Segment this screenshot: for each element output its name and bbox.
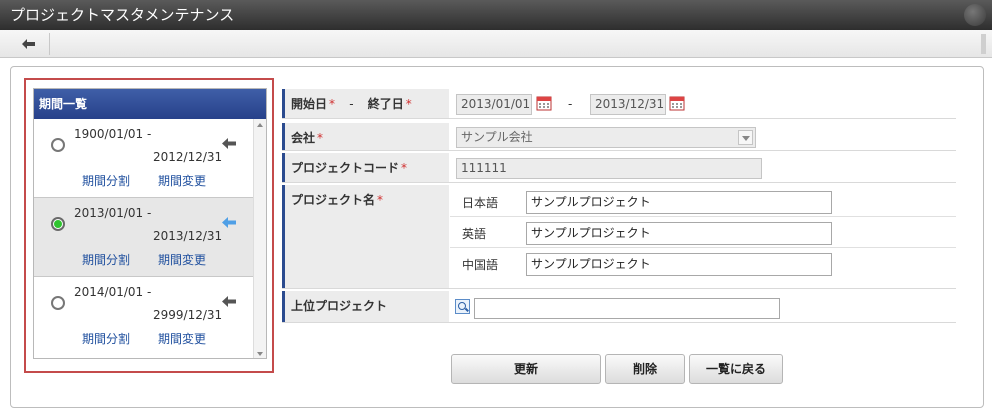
toolbar-edge [981, 34, 986, 54]
period-end: 2012/12/31 [153, 150, 223, 164]
company-value: サンプル会社 [450, 123, 956, 150]
search-icon[interactable] [455, 299, 470, 314]
parent-project-label: 上位プロジェクト [282, 291, 449, 322]
toolbar [0, 30, 992, 58]
period-item[interactable]: 1900/01/01 - 2012/12/31 期間分割 期間変更 [34, 119, 254, 198]
project-name-label: プロジェクト名 * [282, 185, 449, 288]
window-titlebar: プロジェクトマスタメンテナンス [0, 0, 992, 30]
calendar-icon[interactable] [669, 95, 685, 111]
project-name-row: プロジェクト名 * 日本語 サンプルプロジェクト 英語 サンプルプロジェクト 中国… [282, 185, 956, 289]
period-item[interactable]: 2014/01/01 - 2999/12/31 期間分割 期間変更 [34, 277, 254, 356]
chevron-down-icon[interactable] [738, 130, 753, 145]
language-label: 英語 [462, 227, 487, 241]
period-value: 2013/01/01 - 2013/12/31 [450, 89, 956, 118]
project-name-ja-input[interactable]: サンプルプロジェクト [526, 191, 832, 214]
start-date-field[interactable]: 2013/01/01 [456, 94, 532, 115]
back-button[interactable] [12, 33, 50, 55]
company-label: 会社 * [282, 123, 449, 150]
project-name-value: 日本語 サンプルプロジェクト 英語 サンプルプロジェクト 中国語 サンプルプロジ… [450, 185, 956, 288]
period-change-link[interactable]: 期間変更 [158, 330, 206, 347]
period-split-link[interactable]: 期間分割 [82, 251, 130, 268]
parent-project-input[interactable] [474, 298, 780, 319]
project-name-lang-row: 日本語 サンプルプロジェクト [450, 186, 956, 217]
project-name-lang-row: 中国語 サンプルプロジェクト [450, 248, 956, 279]
parent-project-value [450, 291, 956, 322]
parent-project-row: 上位プロジェクト [282, 291, 956, 323]
scroll-up-icon[interactable] [257, 123, 263, 127]
project-code-label: プロジェクトコード * [282, 153, 449, 182]
period-start: 2013/01/01 - [74, 206, 152, 220]
period-end: 2999/12/31 [153, 308, 223, 322]
end-date-field[interactable]: 2013/12/31 [590, 94, 666, 115]
window-title: プロジェクトマスタメンテナンス [10, 6, 235, 24]
back-to-list-button[interactable]: 一覧に戻る [689, 354, 783, 384]
project-name-zh-input[interactable]: サンプルプロジェクト [526, 253, 832, 276]
period-row: 開始日 * - 終了日 * 2013/01/01 - 2013/12/31 [282, 89, 956, 119]
period-start: 2014/01/01 - [74, 285, 152, 299]
calendar-icon[interactable] [536, 95, 552, 111]
left-arrow-icon[interactable] [222, 296, 236, 307]
period-split-link[interactable]: 期間分割 [82, 330, 130, 347]
language-label: 中国語 [462, 258, 499, 272]
period-radio[interactable] [51, 296, 65, 310]
period-list-panel: 期間一覧 1900/01/01 - 2012/12/31 期間分割 期間変更 2… [33, 88, 267, 359]
project-code-value: 111111 [450, 153, 956, 182]
project-code-field[interactable]: 111111 [456, 158, 762, 179]
delete-button[interactable]: 削除 [605, 354, 685, 384]
period-list-highlight: 期間一覧 1900/01/01 - 2012/12/31 期間分割 期間変更 2… [24, 78, 274, 373]
period-list-header: 期間一覧 [34, 89, 266, 119]
period-split-link[interactable]: 期間分割 [82, 172, 130, 189]
period-radio[interactable] [51, 138, 65, 152]
company-select[interactable]: サンプル会社 [456, 127, 756, 148]
period-item[interactable]: 2013/01/01 - 2013/12/31 期間分割 期間変更 [34, 198, 254, 277]
project-name-en-input[interactable]: サンプルプロジェクト [526, 222, 832, 245]
date-range-separator: - [568, 97, 573, 111]
update-button[interactable]: 更新 [451, 354, 601, 384]
window-control-icon[interactable] [964, 4, 986, 26]
language-label: 日本語 [462, 196, 499, 210]
period-change-link[interactable]: 期間変更 [158, 172, 206, 189]
project-name-lang-row: 英語 サンプルプロジェクト [450, 217, 956, 248]
left-arrow-icon[interactable] [222, 138, 236, 149]
period-start: 1900/01/01 - [74, 127, 152, 141]
left-arrow-icon[interactable] [222, 217, 236, 228]
project-code-row: プロジェクトコード * 111111 [282, 153, 956, 183]
period-end: 2013/12/31 [153, 229, 223, 243]
company-row: 会社 * サンプル会社 [282, 123, 956, 151]
period-list: 1900/01/01 - 2012/12/31 期間分割 期間変更 2013/0… [34, 119, 254, 356]
back-arrow-icon [22, 39, 35, 49]
period-label: 開始日 * - 終了日 * [282, 89, 449, 118]
period-radio[interactable] [51, 217, 65, 231]
period-list-scrollbar[interactable] [253, 119, 266, 358]
period-change-link[interactable]: 期間変更 [158, 251, 206, 268]
scroll-down-icon[interactable] [257, 352, 263, 356]
